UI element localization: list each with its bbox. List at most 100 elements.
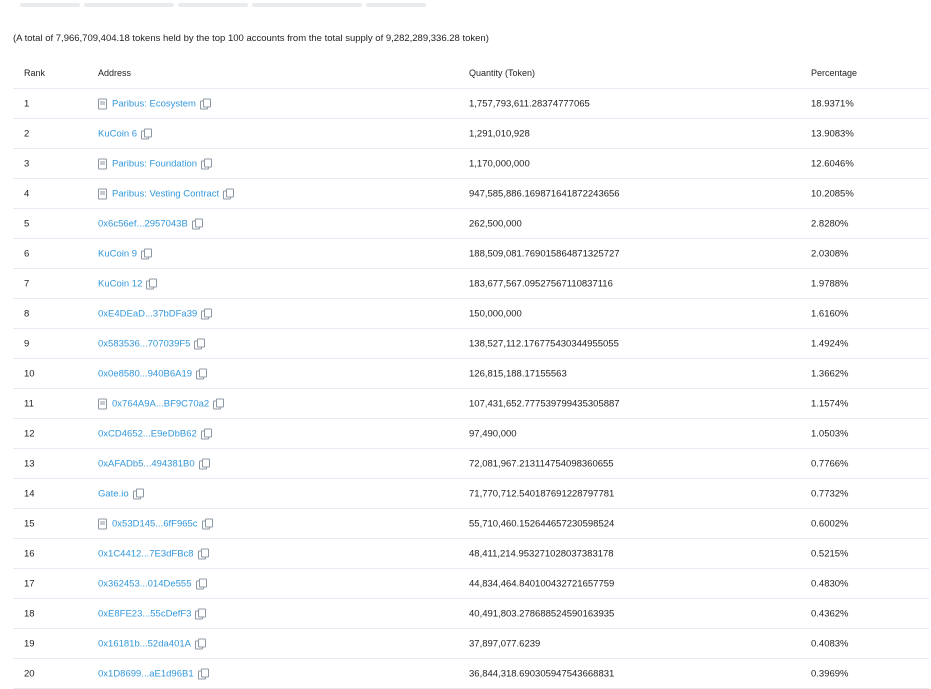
address-cell: 0x764A9A...BF9C70a2 [98,398,225,410]
address-link[interactable]: 0x764A9A...BF9C70a2 [112,398,209,409]
address-cell: KuCoin 9 [98,248,153,260]
address-link[interactable]: Paribus: Vesting Contract [112,188,219,199]
address-cell: 0x1D8699...aE1d96B1 [98,668,209,680]
rank-cell: 1 [24,98,30,109]
table-row: 8 0xE4DEaD...37bDFa39 150,000,000 1.6160% [13,299,929,329]
copy-icon[interactable] [223,188,235,200]
rank-cell: 5 [24,218,30,229]
table-row: 15 0x53D145...6fF965c 55,710,460.152644657… [13,509,929,539]
copy-icon[interactable] [194,638,206,650]
rank-cell: 13 [24,458,35,469]
rank-cell: 16 [24,548,35,559]
rank-cell: 8 [24,308,30,319]
copy-icon[interactable] [199,98,211,110]
copy-icon[interactable] [132,488,144,500]
address-cell: 0x16181b...52da401A [98,638,206,650]
address-link[interactable]: 0x362453...014De555 [98,578,192,589]
rank-cell: 4 [24,188,30,199]
table-row: 14 Gate.io 71,770,712.540187691228797781 0.… [13,479,929,509]
address-link[interactable]: 0x583536...707039F5 [98,338,190,349]
address-cell: 0xAFADb5...494381B0 [98,458,210,470]
copy-icon[interactable] [201,158,213,170]
address-link[interactable]: 0x0e8580...940B6A19 [98,368,192,379]
quantity-cell: 55,710,460.152644657230598524 [469,518,615,529]
quantity-cell: 1,757,793,611.28374777065 [469,98,590,109]
table-row: 13 0xAFADb5...494381B0 72,081,967.21311475… [13,449,929,479]
copy-icon[interactable] [146,278,158,290]
table-row: 9 0x583536...707039F5 138,527,112.17677543… [13,329,929,359]
percentage-cell: 18.9371% [811,98,854,109]
address-cell: 0x0e8580...940B6A19 [98,368,208,380]
copy-icon[interactable] [194,338,206,350]
address-link[interactable]: Gate.io [98,488,129,499]
copy-icon[interactable] [201,308,213,320]
address-cell: Paribus: Vesting Contract [98,188,235,200]
copy-icon[interactable] [191,218,203,230]
address-link[interactable]: 0xE8FE23...55cDefF3 [98,608,191,619]
address-link[interactable]: 0x16181b...52da401A [98,638,191,649]
quantity-cell: 1,291,010,928 [469,128,530,139]
address-link[interactable]: 0xAFADb5...494381B0 [98,458,195,469]
table-header-row: Rank Address Quantity (Token) Percentage [13,57,929,89]
quantity-cell: 150,000,000 [469,308,522,319]
address-link[interactable]: 0xE4DEaD...37bDFa39 [98,308,197,319]
quantity-cell: 37,897,077.6239 [469,638,541,649]
copy-icon[interactable] [198,458,210,470]
table-body: 1 Paribus: Ecosystem 1,757,793,611.2837477… [13,89,929,689]
copy-icon[interactable] [213,398,225,410]
copy-icon[interactable] [201,518,213,530]
copy-icon[interactable] [200,428,212,440]
percentage-cell: 2.0308% [811,248,849,259]
percentage-cell: 13.9083% [811,128,854,139]
copy-icon[interactable] [141,248,153,260]
quantity-cell: 183,677,567.09527567110837116 [469,278,613,289]
address-link[interactable]: KuCoin 6 [98,128,137,139]
table-row: 19 0x16181b...52da401A 37,897,077.6239 0.40… [13,629,929,659]
rank-cell: 9 [24,338,30,349]
quantity-cell: 262,500,000 [469,218,522,229]
header-quantity: Quantity (Token) [469,67,536,78]
rank-cell: 2 [24,128,30,139]
copy-icon[interactable] [195,578,207,590]
quantity-cell: 126,815,188.17155563 [469,368,567,379]
address-cell: 0xE4DEaD...37bDFa39 [98,308,213,320]
copy-icon[interactable] [197,548,209,560]
address-link[interactable]: Paribus: Foundation [112,158,197,169]
rank-cell: 11 [24,398,34,409]
copy-icon[interactable] [196,368,208,380]
table-row: 3 Paribus: Foundation 1,170,000,000 12.6046… [13,149,929,179]
address-cell: 0x362453...014De555 [98,578,207,590]
table-row: 2 KuCoin 6 1,291,010,928 13.9083% [13,119,929,149]
address-cell: Paribus: Foundation [98,158,213,170]
contract-file-icon [98,188,107,199]
table-row: 4 Paribus: Vesting Contract 947,585,886.16… [13,179,929,209]
address-link[interactable]: 0xCD4652...E9eDbB62 [98,428,197,439]
table-row: 12 0xCD4652...E9eDbB62 97,490,000 1.0503% [13,419,929,449]
table-row: 20 0x1D8699...aE1d96B1 36,844,318.69030594… [13,659,929,689]
percentage-cell: 0.4362% [811,608,849,619]
table-row: 10 0x0e8580...940B6A19 126,815,188.1715556… [13,359,929,389]
address-link[interactable]: 0x53D145...6fF965c [112,518,198,529]
percentage-cell: 10.2085% [811,188,854,199]
quantity-cell: 72,081,967.213114754098360655 [469,458,614,469]
rank-cell: 19 [24,638,35,649]
percentage-cell: 0.6002% [811,518,849,529]
percentage-cell: 1.6160% [811,308,849,319]
quantity-cell: 48,411,214.953271028037383178 [469,548,614,559]
address-cell: 0x53D145...6fF965c [98,518,213,530]
contract-file-icon [98,98,107,109]
address-link[interactable]: 0x1C4412...7E3dFBc8 [98,548,194,559]
address-link[interactable]: 0x1D8699...aE1d96B1 [98,668,194,679]
address-link[interactable]: KuCoin 12 [98,278,142,289]
address-link[interactable]: 0x6c56ef...2957043B [98,218,188,229]
address-cell: 0xE8FE23...55cDefF3 [98,608,207,620]
address-link[interactable]: Paribus: Ecosystem [112,98,196,109]
table-row: 17 0x362453...014De555 44,834,464.84010043… [13,569,929,599]
copy-icon[interactable] [197,668,209,680]
percentage-cell: 0.4083% [811,638,849,649]
copy-icon[interactable] [195,608,207,620]
percentage-cell: 1.4924% [811,338,849,349]
copy-icon[interactable] [141,128,153,140]
quantity-cell: 71,770,712.540187691228797781 [469,488,615,499]
address-link[interactable]: KuCoin 9 [98,248,137,259]
